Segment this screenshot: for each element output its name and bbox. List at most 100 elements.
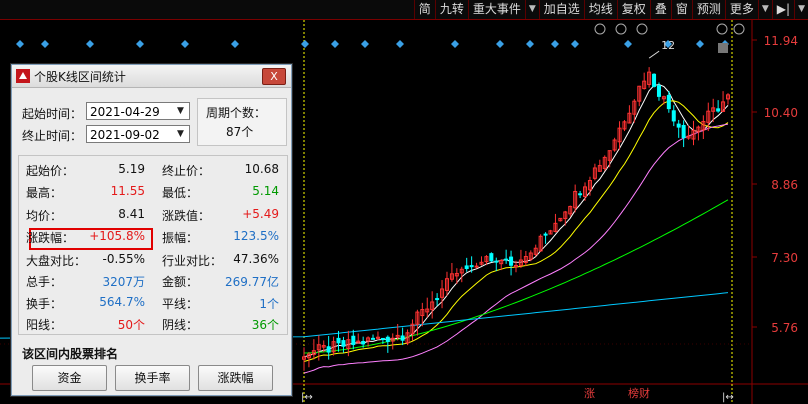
candle-body xyxy=(351,335,356,345)
stat-label: 涨跌值： xyxy=(162,209,211,223)
candle-body xyxy=(371,337,376,340)
toolbar-jiuzhuan-button[interactable]: 九转 xyxy=(434,0,468,19)
stat-label: 换手： xyxy=(26,297,63,311)
stat-value: -0.55% xyxy=(102,252,145,266)
candle-body xyxy=(326,346,331,353)
toolbar-forecast-button[interactable]: 预测 xyxy=(691,0,725,19)
scissors-icon xyxy=(615,23,627,35)
chevron-down-icon[interactable]: ▼ xyxy=(173,104,188,118)
candle-body xyxy=(681,124,686,139)
interval-stats-dialog: 个股K线区间统计 X 起始时间： 2021-04-29 ▼ 终止时间： 2021… xyxy=(11,64,292,396)
restore-icon xyxy=(718,43,728,53)
chevron-down-icon[interactable]: ▼ xyxy=(524,0,539,19)
toolbar-major-events-button[interactable]: 重大事件 xyxy=(467,0,525,19)
candle-body xyxy=(509,256,514,266)
event-diamond-icon xyxy=(331,40,339,48)
price-axis-tick: 8.86 xyxy=(771,178,798,192)
zoom-in-icon xyxy=(716,23,728,35)
event-diamond-icon xyxy=(136,40,144,48)
start-time-label: 起始时间： xyxy=(22,107,83,121)
event-diamond-icon xyxy=(181,40,189,48)
start-time-select[interactable]: 2021-04-29 ▼ xyxy=(86,102,190,120)
candle-body xyxy=(469,265,474,268)
stat-label: 行业对比： xyxy=(162,254,223,268)
event-diamond-icon xyxy=(301,40,309,48)
stat-value: 5.19 xyxy=(118,162,145,176)
app-logo-icon xyxy=(16,69,30,83)
candle-body xyxy=(435,298,440,301)
stat-label: 阳线： xyxy=(26,318,63,332)
chevron-down-icon[interactable]: ▼ xyxy=(173,127,188,141)
toolbar-adjust-button[interactable]: 复权 xyxy=(616,0,650,19)
price-axis-tick: 11.94 xyxy=(763,34,798,48)
stat-value: 5.14 xyxy=(252,184,279,198)
event-diamond-icon xyxy=(231,40,239,48)
scroll-right-icon: |↔ xyxy=(722,392,734,403)
candle-body xyxy=(504,258,509,261)
stat-value: 10.68 xyxy=(244,162,279,176)
period-count-label: 周期个数： xyxy=(206,106,267,120)
bottom-event-label[interactable]: 榜财 xyxy=(628,385,650,401)
toolbar-moving-average-button[interactable]: 均线 xyxy=(583,0,617,19)
event-diamond-icon xyxy=(696,40,704,48)
stat-label: 阴线： xyxy=(162,318,199,332)
event-markers xyxy=(16,40,729,48)
bottom-event-label[interactable]: 涨 xyxy=(584,385,595,401)
candle-body xyxy=(716,108,721,112)
event-diamond-icon xyxy=(571,40,579,48)
toolbar-simplified-button[interactable]: 简 xyxy=(413,0,435,19)
stat-label: 起始价： xyxy=(26,164,75,178)
stat-label: 均价： xyxy=(26,209,63,223)
end-time-label: 终止时间： xyxy=(22,129,83,143)
end-time-value: 2021-09-02 xyxy=(90,128,160,142)
scroll-left-icon: |↔ xyxy=(301,392,313,403)
stat-label: 大盘对比： xyxy=(26,254,87,268)
stat-label: 最低： xyxy=(162,186,199,200)
dialog-titlebar[interactable]: 个股K线区间统计 X xyxy=(12,65,291,88)
event-diamond-icon xyxy=(624,40,632,48)
event-diamond-icon xyxy=(496,40,504,48)
rank-capital-button[interactable]: 资金 xyxy=(32,365,107,391)
stat-label: 总手： xyxy=(26,275,63,289)
stat-value: 11.55 xyxy=(110,184,145,198)
candle-body xyxy=(361,341,366,345)
toolbar-overlay-button[interactable]: 叠 xyxy=(649,0,671,19)
price-axis-tick: 5.76 xyxy=(771,321,798,335)
event-diamond-icon xyxy=(16,40,24,48)
toolbar-window-button[interactable]: 窗 xyxy=(670,0,692,19)
candle-body xyxy=(656,85,661,97)
rank-turnover-button[interactable]: 换手率 xyxy=(115,365,190,391)
stat-value: 3207万 xyxy=(102,275,145,289)
close-button[interactable]: X xyxy=(262,68,286,85)
candle-body xyxy=(671,110,676,122)
stat-value: 269.77亿 xyxy=(225,275,279,289)
stat-label: 平线： xyxy=(162,297,199,311)
chevron-down-icon[interactable]: ▼ xyxy=(794,0,808,19)
pin-icon[interactable]: ▶| xyxy=(771,0,794,19)
event-diamond-icon xyxy=(361,40,369,48)
stat-value: +5.49 xyxy=(242,207,279,221)
stat-value: 36个 xyxy=(251,318,279,332)
stat-value: 50个 xyxy=(117,318,145,332)
candle-body xyxy=(341,340,346,347)
rank-section-title: 该区间内股票排名 xyxy=(22,347,119,361)
toolbar-more-button[interactable]: 更多 xyxy=(724,0,758,19)
start-time-value: 2021-04-29 xyxy=(90,105,160,119)
stat-label: 振幅： xyxy=(162,231,199,245)
eye-icon xyxy=(594,23,606,35)
candle-body xyxy=(380,337,385,340)
ma5-line xyxy=(303,83,729,358)
candle-body xyxy=(494,260,499,263)
candle-body xyxy=(400,335,405,341)
candle-body xyxy=(652,73,657,87)
toolbar-add-favorite-button[interactable]: 加自选 xyxy=(538,0,584,19)
refresh-icon xyxy=(636,23,648,35)
price-axis-tick: 7.30 xyxy=(771,251,798,265)
event-diamond-icon xyxy=(526,40,534,48)
rank-change-button[interactable]: 涨跌幅 xyxy=(198,365,273,391)
end-time-select[interactable]: 2021-09-02 ▼ xyxy=(86,125,190,143)
stat-value: 123.5% xyxy=(233,229,279,243)
ma10-line xyxy=(303,100,729,362)
toolbar-buttons: 简 九转 重大事件 ▼ 加自选 均线 复权 叠 窗 预测 更多 ▼ ▶| ▼ xyxy=(413,0,808,19)
chevron-down-icon[interactable]: ▼ xyxy=(757,0,772,19)
